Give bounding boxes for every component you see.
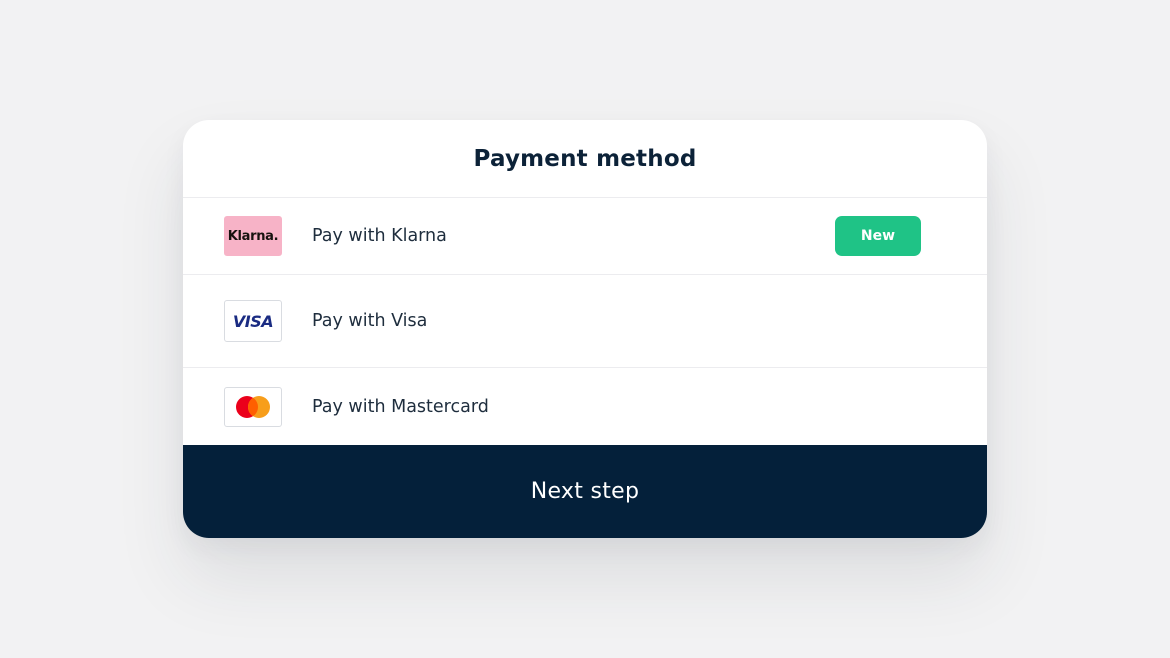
payment-option-label: Pay with Klarna bbox=[312, 226, 447, 246]
new-badge: New bbox=[835, 216, 921, 256]
payment-option-label: Pay with Mastercard bbox=[312, 396, 489, 417]
payment-option-mastercard[interactable]: Pay with Mastercard bbox=[183, 368, 987, 445]
payment-option-visa[interactable]: VISA Pay with Visa bbox=[183, 275, 987, 368]
visa-logo-icon: VISA bbox=[224, 300, 282, 342]
payment-method-dialog: Payment method Klarna. Pay with Klarna N… bbox=[183, 120, 987, 538]
klarna-logo-icon: Klarna. bbox=[224, 216, 282, 256]
mastercard-icon bbox=[224, 386, 282, 427]
visa-logo-text: VISA bbox=[232, 311, 274, 331]
dialog-header: Payment method bbox=[183, 120, 987, 198]
dialog-title: Payment method bbox=[473, 145, 697, 172]
klarna-logo-text: Klarna. bbox=[227, 228, 279, 244]
payment-option-klarna[interactable]: Klarna. Pay with Klarna New bbox=[183, 198, 987, 275]
mastercard-circles-icon bbox=[236, 395, 270, 418]
next-step-button[interactable]: Next step bbox=[183, 445, 987, 538]
payment-option-label: Pay with Visa bbox=[312, 311, 428, 331]
next-step-label: Next step bbox=[530, 479, 640, 504]
